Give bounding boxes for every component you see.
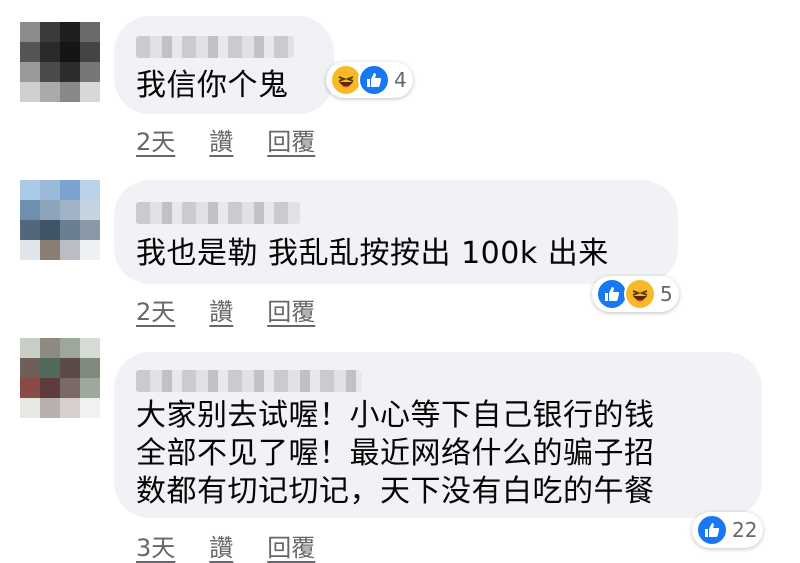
reply-link[interactable]: 回覆 bbox=[267, 292, 315, 327]
reaction-count: 5 bbox=[660, 282, 673, 306]
like-link[interactable]: 讚 bbox=[209, 122, 233, 157]
like-link[interactable]: 讚 bbox=[209, 292, 233, 327]
timestamp-link[interactable]: 2天 bbox=[136, 292, 175, 327]
commenter-name[interactable] bbox=[136, 370, 362, 392]
reaction-summary[interactable]: 4 bbox=[326, 62, 413, 98]
comment-bubble: 我信你个鬼 bbox=[114, 16, 334, 114]
avatar[interactable] bbox=[20, 180, 100, 260]
comment-text-line: 全部不见了喔！最近网络什么的骗子招 bbox=[136, 436, 655, 471]
reply-link[interactable]: 回覆 bbox=[267, 528, 315, 563]
reaction-summary[interactable]: 5 bbox=[592, 276, 679, 312]
reaction-count: 4 bbox=[394, 68, 407, 92]
timestamp-link[interactable]: 3天 bbox=[136, 528, 175, 563]
haha-icon bbox=[624, 278, 656, 310]
comment-bubble: 我也是勒 我乱乱按按出 100k 出来 bbox=[114, 180, 678, 284]
commenter-name[interactable] bbox=[136, 36, 294, 58]
commenter-name[interactable] bbox=[136, 202, 300, 224]
avatar[interactable] bbox=[20, 338, 100, 418]
comment-actions: 2天 讚 回覆 bbox=[136, 292, 315, 327]
comment-bubble: 大家别去试喔！小心等下自己银行的钱 全部不见了喔！最近网络什么的骗子招 数都有切… bbox=[114, 352, 762, 518]
reaction-summary[interactable]: 22 bbox=[692, 512, 764, 548]
like-icon bbox=[358, 64, 390, 96]
reply-link[interactable]: 回覆 bbox=[267, 122, 315, 157]
like-link[interactable]: 讚 bbox=[209, 528, 233, 563]
timestamp-link[interactable]: 2天 bbox=[136, 122, 175, 157]
comment-text: 我也是勒 我乱乱按按出 100k 出来 bbox=[136, 236, 609, 271]
comment-actions: 3天 讚 回覆 bbox=[136, 528, 315, 563]
comment-actions: 2天 讚 回覆 bbox=[136, 122, 315, 157]
comment-text-line: 大家别去试喔！小心等下自己银行的钱 bbox=[136, 398, 655, 433]
like-icon bbox=[696, 514, 728, 546]
avatar[interactable] bbox=[20, 22, 100, 102]
reaction-count: 22 bbox=[732, 518, 758, 542]
comment-text-line: 数都有切记切记，天下没有白吃的午餐 bbox=[136, 474, 655, 509]
comment-text: 我信你个鬼 bbox=[136, 68, 289, 103]
